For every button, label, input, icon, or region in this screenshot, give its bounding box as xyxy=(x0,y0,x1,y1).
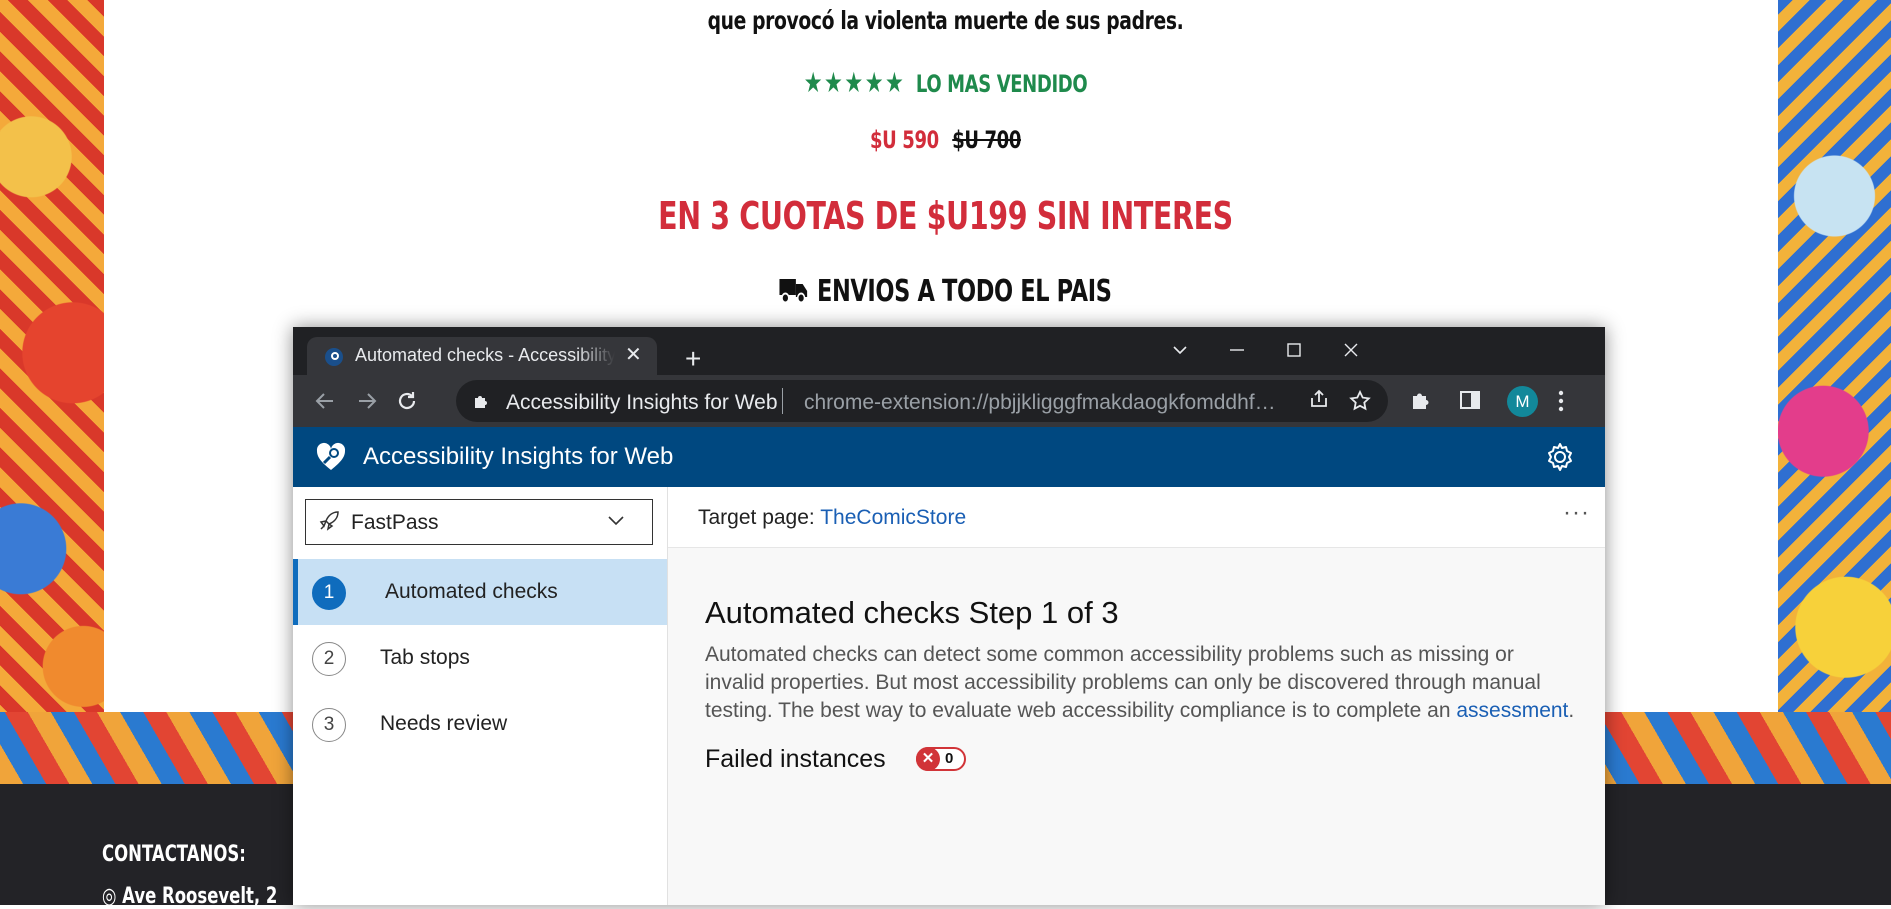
comic-background-left xyxy=(0,0,104,784)
rating-stars-icon: ★★★★★ xyxy=(803,66,906,99)
best-seller-row: ★★★★★ LO MAS VENDIDO xyxy=(236,66,1654,99)
back-icon[interactable] xyxy=(313,389,337,413)
menu-icon[interactable] xyxy=(1555,389,1567,413)
installments-text: EN 3 CUOTAS DE $U199 SIN INTERES xyxy=(658,194,1233,238)
error-x-icon: ✕ xyxy=(916,747,940,771)
nav-step-number: 1 xyxy=(312,576,346,610)
nav-item-tab-stops[interactable]: 2 Tab stops xyxy=(293,625,667,691)
command-bar: Target page: TheComicStore ··· xyxy=(668,487,1605,548)
share-icon[interactable] xyxy=(1308,388,1330,410)
minimize-icon[interactable] xyxy=(1228,341,1246,359)
settings-gear-icon[interactable] xyxy=(1544,441,1576,473)
tab-title: Automated checks - Accessibility Insight… xyxy=(355,345,615,365)
step-description-text: Automated checks can detect some common … xyxy=(705,643,1541,722)
accessibility-insights-logo-icon xyxy=(316,442,346,470)
forward-icon[interactable] xyxy=(355,389,379,413)
footer-address: ◎ Ave Roosevelt, 2 xyxy=(102,884,278,909)
maximize-icon[interactable] xyxy=(1285,341,1303,359)
mode-dropdown-label: FastPass xyxy=(351,511,439,534)
chevron-down-icon xyxy=(608,516,624,526)
step-description-end: . xyxy=(1568,699,1575,722)
shipping-row: ENVIOS A TODO EL PAIS xyxy=(236,274,1654,309)
mode-dropdown[interactable]: FastPass xyxy=(305,499,653,545)
tab-close-icon[interactable]: ✕ xyxy=(625,345,642,365)
sale-price: $U 590 xyxy=(870,126,939,154)
nav-item-needs-review[interactable]: 3 Needs review xyxy=(293,691,667,757)
footer-contact-title: CONTACTANOS: xyxy=(102,842,246,867)
app-title: Accessibility Insights for Web xyxy=(363,443,674,470)
more-options-icon[interactable]: ··· xyxy=(1563,499,1590,527)
omnibox-separator xyxy=(782,388,783,414)
step-description: Automated checks can detect some common … xyxy=(705,641,1575,725)
omnibox-url[interactable]: chrome-extension://pbjjkligggfmakdaogkfo… xyxy=(804,391,1292,415)
original-price: $U 700 xyxy=(952,126,1021,154)
tab-strip: Automated checks - Accessibility Insight… xyxy=(293,327,1605,375)
sidepanel-icon[interactable] xyxy=(1459,389,1481,411)
browser-window: Automated checks - Accessibility Insight… xyxy=(293,327,1605,905)
address-bar[interactable]: Accessibility Insights for Web chrome-ex… xyxy=(456,380,1388,422)
price-row: $U 590 $U 700 xyxy=(236,126,1654,154)
browser-tab[interactable]: Automated checks - Accessibility Insight… xyxy=(307,337,657,375)
left-nav: FastPass 1 Automated checks 2 Tab stops … xyxy=(293,487,668,905)
puzzle-icon[interactable] xyxy=(1410,389,1432,411)
target-page-label: Target page: xyxy=(698,506,815,529)
truck-icon xyxy=(779,279,808,303)
new-tab-button[interactable]: + xyxy=(685,345,701,373)
browser-toolbar: Accessibility Insights for Web chrome-ex… xyxy=(293,375,1605,427)
shipping-label: ENVIOS A TODO EL PAIS xyxy=(816,274,1112,309)
comic-background-right xyxy=(1778,0,1891,784)
nav-item-automated-checks[interactable]: 1 Automated checks xyxy=(293,559,667,625)
main-panel: Target page: TheComicStore ··· Automated… xyxy=(668,487,1605,905)
target-page: Target page: TheComicStore xyxy=(698,506,966,530)
extension-icon xyxy=(475,396,487,408)
star-icon[interactable] xyxy=(1348,389,1372,413)
close-icon[interactable] xyxy=(1342,341,1360,359)
product-description: que provocó la violenta muerte de sus pa… xyxy=(707,6,1184,35)
omnibox-site-name: Accessibility Insights for Web xyxy=(506,391,778,414)
rocket-icon xyxy=(319,511,339,531)
nav-step-number: 3 xyxy=(312,708,346,742)
failed-count: 0 xyxy=(945,750,954,767)
app-header: Accessibility Insights for Web xyxy=(293,427,1605,487)
nav-item-label: Automated checks xyxy=(385,580,558,603)
failed-count-badge: ✕ 0 xyxy=(916,747,966,771)
nav-step-number: 2 xyxy=(312,642,346,676)
assessment-link[interactable]: assessment xyxy=(1456,699,1568,722)
failed-instances-label: Failed instances xyxy=(705,745,886,773)
tab-search-icon[interactable] xyxy=(1171,341,1189,359)
accessibility-insights-app: Accessibility Insights for Web FastPass … xyxy=(293,427,1605,905)
nav-item-label: Needs review xyxy=(380,712,508,735)
step-title: Automated checks Step 1 of 3 xyxy=(705,595,1119,630)
nav-item-label: Tab stops xyxy=(380,646,470,669)
target-page-link[interactable]: TheComicStore xyxy=(820,506,966,529)
best-seller-label: LO MAS VENDIDO xyxy=(915,70,1088,98)
profile-avatar[interactable]: M xyxy=(1507,386,1538,417)
accessibility-insights-favicon-icon xyxy=(325,348,343,366)
reload-icon[interactable] xyxy=(395,389,419,413)
